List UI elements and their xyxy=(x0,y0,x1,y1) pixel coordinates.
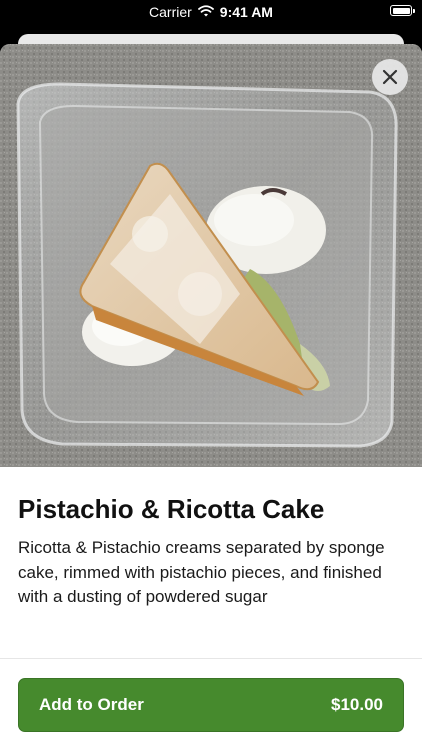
item-title: Pistachio & Ricotta Cake xyxy=(18,494,325,524)
item-price: $10.00 xyxy=(331,695,383,714)
add-to-order-label: Add to Order xyxy=(39,695,144,714)
item-photo xyxy=(0,44,422,467)
wifi-icon xyxy=(197,4,214,20)
status-center: Carrier 9:41 AM xyxy=(0,4,422,20)
carrier-label: Carrier xyxy=(149,4,192,20)
close-icon xyxy=(382,69,398,85)
status-bar: Carrier 9:41 AM xyxy=(0,0,422,24)
item-detail-sheet: Pistachio & Ricotta Cake Ricotta & Pista… xyxy=(0,44,422,750)
status-time: 9:41 AM xyxy=(219,4,273,20)
divider xyxy=(0,658,422,659)
item-description: Ricotta & Pistachio creams separated by … xyxy=(18,538,385,606)
add-to-order-button[interactable]: Add to Order $10.00 xyxy=(18,678,404,732)
cake-photo-illustration xyxy=(0,44,422,467)
close-button[interactable] xyxy=(372,59,408,95)
battery-icon xyxy=(390,5,415,16)
